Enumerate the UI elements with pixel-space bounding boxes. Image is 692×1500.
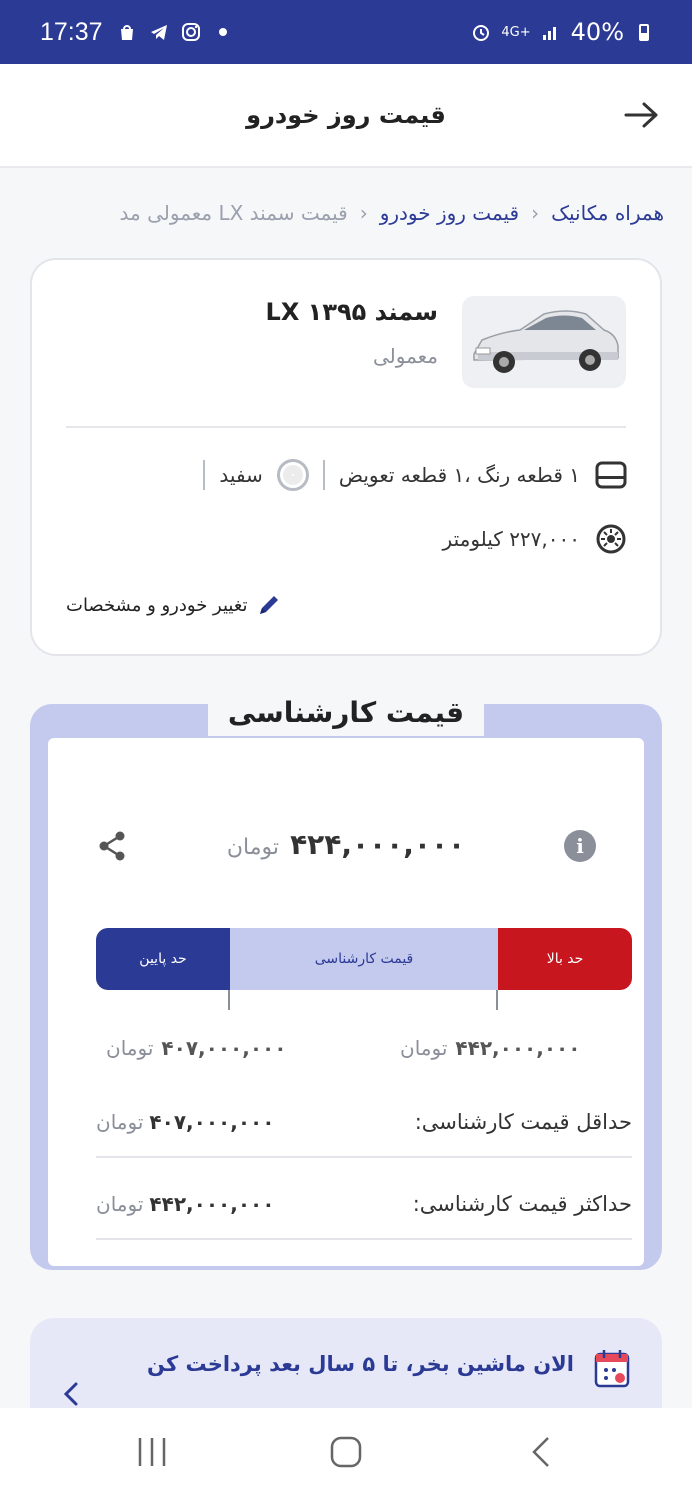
min-price-value: ۴۰۷,۰۰۰,۰۰۰ [149,1110,275,1134]
max-price-value: ۴۴۲,۰۰۰,۰۰۰ [149,1192,275,1216]
range-tick [228,990,230,1010]
range-tick [496,990,498,1010]
price-range-bar: حد بالا قیمت کارشناسی حد پایین [96,928,632,990]
breadcrumb: همراه مکانیک ‹ قیمت روز خودرو ‹ قیمت سمن… [24,196,664,230]
price-unit: تومان [96,1110,144,1134]
car-name: سمند LX ۱۳۹۵ [265,298,438,326]
status-bar: 17:37 4G+ 40% [0,0,692,64]
signal-icon [542,27,556,40]
chevron-left-icon[interactable] [60,1380,82,1408]
expert-price-value: ۴۲۴,۰۰۰,۰۰۰ [290,828,466,861]
chevron-left-icon: ‹ [531,201,540,225]
expert-price-title: قیمت کارشناسی [208,690,484,736]
battery-icon [639,24,649,41]
car-body-icon [595,461,627,489]
divider [66,426,626,428]
system-icons: 4G+ 40% [471,18,654,46]
price-unit: تومان [96,1192,144,1216]
min-price: ۴۰۷,۰۰۰,۰۰۰ تومان [96,1110,274,1134]
instagram-icon [181,23,200,41]
car-image [462,296,626,388]
sedan-car-icon [473,310,619,373]
arrow-right-icon[interactable] [624,100,660,130]
breadcrumb-daily-price[interactable]: قیمت روز خودرو [380,201,519,225]
expert-price: ۴۲۴,۰۰۰,۰۰۰ تومان [48,828,644,861]
range-low-value: ۴۰۷,۰۰۰,۰۰۰ [161,1036,287,1060]
divider [322,460,325,490]
edit-car-link[interactable]: تغییر خودرو و مشخصات [66,592,282,618]
calendar-icon [594,1350,630,1388]
mileage-row: ۲۲۷,۰۰۰ کیلومتر [443,522,628,556]
speedometer-icon [596,524,626,554]
notification-icons [117,22,233,42]
app-header: قیمت روز خودرو [0,64,692,168]
page-title: قیمت روز خودرو [246,101,446,129]
range-mid-segment: قیمت کارشناسی [230,928,498,990]
price-frame: i ۴۲۴,۰۰۰,۰۰۰ تومان حد بالا قیمت کارشناس… [30,704,662,1270]
car-color: سفید [219,463,263,487]
chevron-left-icon: ‹ [359,201,368,225]
shopping-bag-icon [120,25,133,40]
system-nav-bar [0,1408,692,1500]
min-price-label: حداقل قیمت کارشناسی: [414,1110,632,1134]
range-high-price: ۴۴۲,۰۰۰,۰۰۰ تومان [400,1036,580,1060]
max-price: ۴۴۲,۰۰۰,۰۰۰ تومان [96,1192,274,1216]
pencil-icon [259,596,278,614]
breadcrumb-home[interactable]: همراه مکانیک [551,201,664,225]
promo-text: الان ماشین بخر، تا ۵ سال بعد پرداخت کن [147,1352,574,1376]
recent-apps-icon[interactable] [136,1436,168,1468]
range-low-segment: حد پایین [96,928,230,990]
range-high-segment: حد بالا [498,928,632,990]
price-unit: تومان [400,1036,448,1060]
min-price-row: حداقل قیمت کارشناسی: ۴۰۷,۰۰۰,۰۰۰ تومان [96,1088,632,1158]
edit-car-label: تغییر خودرو و مشخصات [66,594,248,616]
car-trim: معمولی [372,344,438,368]
car-condition: ۱ قطعه رنگ ،۱ قطعه تعویض [338,463,580,487]
price-unit: تومان [226,835,279,860]
max-price-row: حداکثر قیمت کارشناسی: ۴۴۲,۰۰۰,۰۰۰ تومان [96,1170,632,1240]
price-panel: i ۴۲۴,۰۰۰,۰۰۰ تومان حد بالا قیمت کارشناس… [48,738,644,1266]
car-mileage: ۲۲۷,۰۰۰ کیلومتر [442,527,580,551]
divider [203,460,206,490]
car-card: سمند LX ۱۳۹۵ معمولی ۱ قطعه رنگ ،۱ قطعه ت… [30,258,662,656]
network-label: 4G+ [501,24,531,40]
dot-icon [218,28,227,36]
max-price-label: حداکثر قیمت کارشناسی: [412,1192,632,1216]
range-low-price: ۴۰۷,۰۰۰,۰۰۰ تومان [106,1036,286,1060]
status-time: 17:37 [40,17,103,46]
telegram-icon [150,25,167,40]
home-icon[interactable] [330,1436,362,1468]
breadcrumb-current: قیمت سمند LX معمولی مد [119,201,348,225]
price-unit: تومان [106,1036,154,1060]
car-spec-row: ۱ قطعه رنگ ،۱ قطعه تعویض سفید [203,458,628,492]
expert-price-section: i ۴۲۴,۰۰۰,۰۰۰ تومان حد بالا قیمت کارشناس… [30,690,662,1290]
color-swatch-icon [276,459,309,491]
range-high-value: ۴۴۲,۰۰۰,۰۰۰ [455,1036,581,1060]
battery-percent: 40% [570,18,624,46]
alarm-icon [473,25,490,41]
back-icon[interactable] [526,1436,558,1468]
